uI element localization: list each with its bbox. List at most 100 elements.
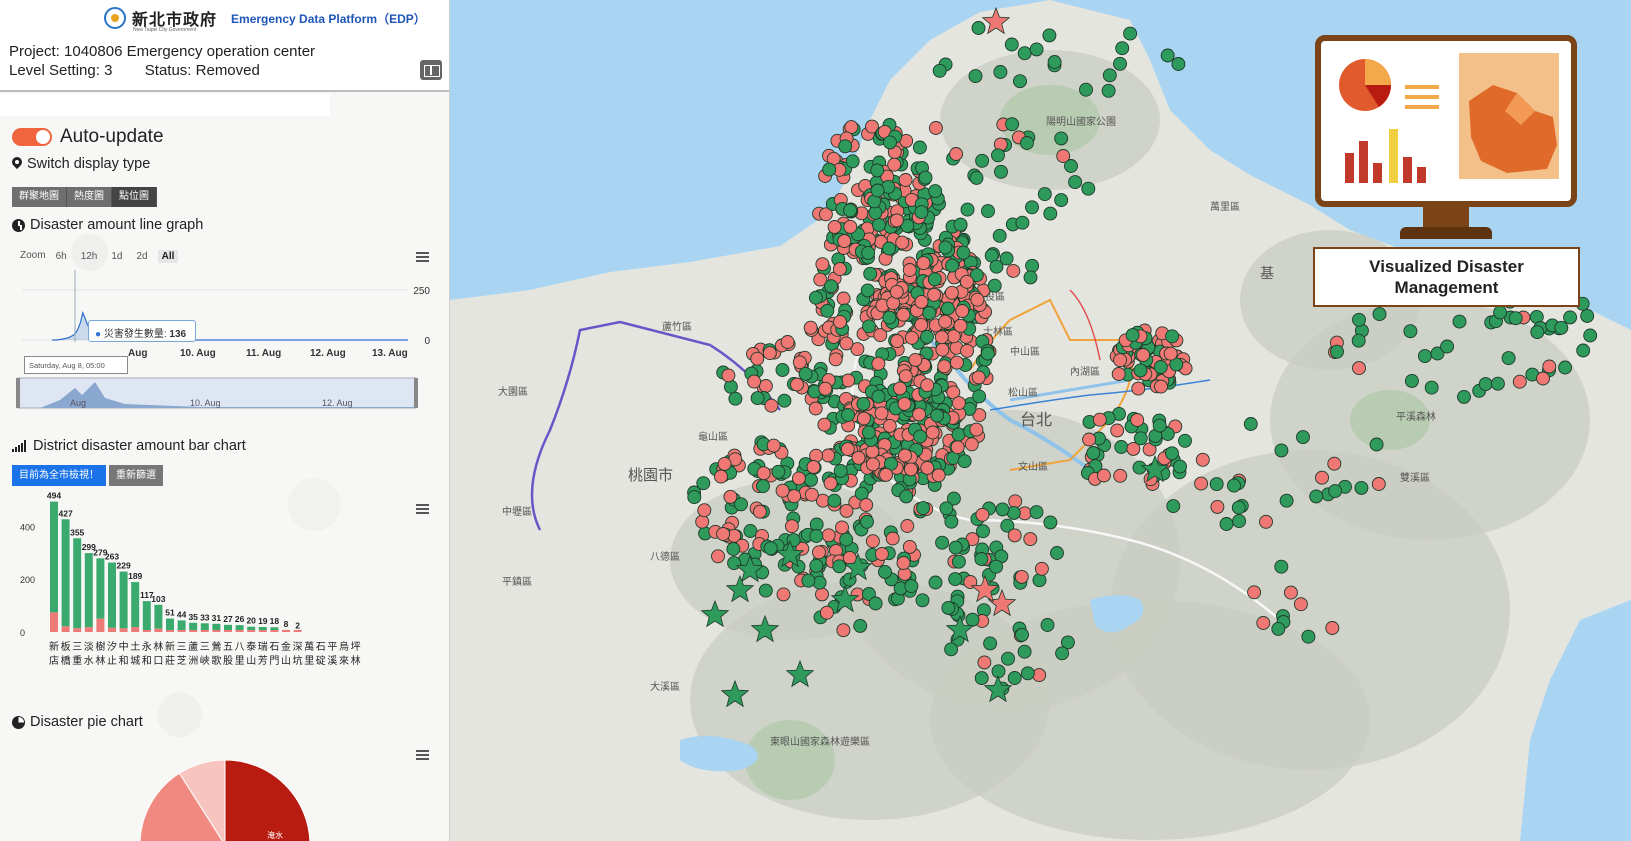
bar-category-label: 峽 [200, 654, 210, 667]
map-park-area [745, 720, 835, 800]
red-disaster-marker [752, 504, 767, 519]
red-disaster-marker [916, 256, 931, 271]
green-disaster-marker [999, 251, 1014, 266]
red-disaster-marker [790, 377, 804, 392]
red-disaster-marker [819, 605, 834, 620]
bar-green [84, 553, 93, 628]
green-disaster-marker [870, 163, 885, 178]
bar-green [200, 623, 209, 630]
red-disaster-marker [717, 456, 732, 471]
bar-red [154, 628, 163, 632]
display-type-title: Switch display type [12, 156, 150, 172]
green-disaster-marker [1328, 484, 1343, 499]
red-disaster-marker [856, 411, 871, 426]
green-disaster-marker [882, 310, 897, 325]
green-disaster-marker [1171, 57, 1186, 71]
green-disaster-marker [1101, 83, 1116, 98]
map-place-label: 中山區 [1010, 345, 1040, 358]
blank-strip [0, 94, 330, 116]
display-heatmap-button[interactable]: 熱度圖 [67, 187, 112, 207]
red-disaster-marker [1082, 432, 1097, 447]
bar-data-label: 103 [151, 594, 165, 604]
red-disaster-marker [1110, 423, 1125, 438]
zoom-2d-button[interactable]: 2d [133, 250, 152, 263]
green-disaster-marker [1125, 328, 1140, 343]
red-disaster-marker [784, 519, 799, 534]
green-disaster-marker [983, 636, 998, 651]
green-disaster-marker [928, 575, 943, 590]
app-frame: 新北市政府 Emergency Data Platform（EDP） New T… [0, 0, 1631, 841]
zoom-12h-button[interactable]: 12h [77, 250, 102, 263]
panel-toggle-icon[interactable] [420, 60, 442, 80]
green-disaster-marker [1296, 430, 1310, 445]
map-place-label: 龜山區 [698, 430, 728, 443]
green-disaster-marker [899, 489, 914, 504]
zoom-1d-button[interactable]: 1d [107, 250, 126, 263]
line-chart-menu-icon[interactable] [416, 252, 429, 262]
red-disaster-marker [951, 396, 966, 411]
bar-category-label: 樹 [95, 640, 105, 653]
bar-category-label: 來 [339, 655, 349, 667]
red-disaster-marker [1325, 621, 1340, 635]
bar-red [119, 628, 128, 632]
red-disaster-marker [1194, 476, 1209, 491]
green-disaster-marker [991, 148, 1005, 163]
bar-green [108, 562, 116, 628]
line-chart-xtick: Aug [128, 348, 147, 359]
red-disaster-marker [889, 284, 904, 299]
red-disaster-marker [1536, 371, 1550, 386]
bar-category-label: 蘆 [188, 640, 198, 653]
zoom-all-button[interactable]: All [157, 250, 179, 263]
map-place-label: 平鎮區 [502, 575, 532, 588]
green-disaster-marker [960, 202, 975, 217]
bar-data-label: 33 [200, 612, 210, 622]
green-disaster-marker [1558, 360, 1573, 375]
green-disaster-marker [916, 501, 931, 516]
green-disaster-marker [1001, 651, 1015, 666]
bar-category-label: 山 [281, 655, 291, 667]
green-disaster-marker [1086, 446, 1101, 460]
green-disaster-marker [953, 217, 968, 232]
green-disaster-marker [1114, 440, 1129, 454]
pie-chart-title-text: Disaster pie chart [30, 714, 143, 730]
display-cluster-button[interactable]: 群聚地圖 [12, 187, 67, 207]
red-disaster-marker [955, 304, 970, 318]
green-disaster-marker [1032, 573, 1047, 588]
platform-name: Emergency Data Platform（EDP） [231, 11, 426, 26]
green-disaster-marker [1309, 489, 1324, 504]
red-disaster-marker [949, 355, 964, 370]
green-disaster-marker [1054, 131, 1069, 146]
red-disaster-marker [959, 274, 974, 289]
bar-green [212, 623, 221, 630]
auto-update-toggle[interactable] [12, 128, 52, 146]
green-disaster-marker [1023, 270, 1038, 285]
bar-red [212, 630, 221, 632]
zoom-6h-button[interactable]: 6h [52, 250, 71, 263]
red-disaster-marker [839, 503, 854, 518]
green-disaster-marker [1055, 646, 1070, 661]
red-disaster-marker [836, 291, 851, 306]
visualized-disaster-label: Visualized Disaster Management [1313, 247, 1580, 307]
green-disaster-marker [1153, 360, 1168, 374]
bar-green [247, 626, 256, 630]
green-disaster-marker [1020, 666, 1035, 681]
tooltip-series: 災害發生數量 [103, 329, 164, 340]
green-disaster-marker [763, 541, 778, 556]
bar-category-label: 洲 [188, 655, 198, 667]
green-disaster-marker [775, 363, 790, 377]
reset-filter-button[interactable]: 重新篩選 [109, 465, 163, 486]
project-label: Project: [9, 43, 60, 60]
green-disaster-marker [989, 559, 1004, 574]
red-disaster-marker [928, 121, 943, 135]
line-chart-xtick: 12. Aug [310, 348, 346, 359]
bar-data-label: 35 [188, 612, 198, 622]
bar-category-label: 林 [351, 654, 361, 667]
bar-category-label: 店 [49, 654, 59, 667]
bar-red [96, 618, 105, 632]
red-disaster-marker [758, 379, 773, 393]
bar-category-label: 坑 [293, 654, 303, 667]
bar-data-label: 494 [47, 491, 61, 501]
display-point-button[interactable]: 點位圖 [112, 187, 157, 207]
citywide-view-button[interactable]: 目前為全市檢視！ [12, 465, 106, 486]
bar-green [224, 624, 232, 630]
